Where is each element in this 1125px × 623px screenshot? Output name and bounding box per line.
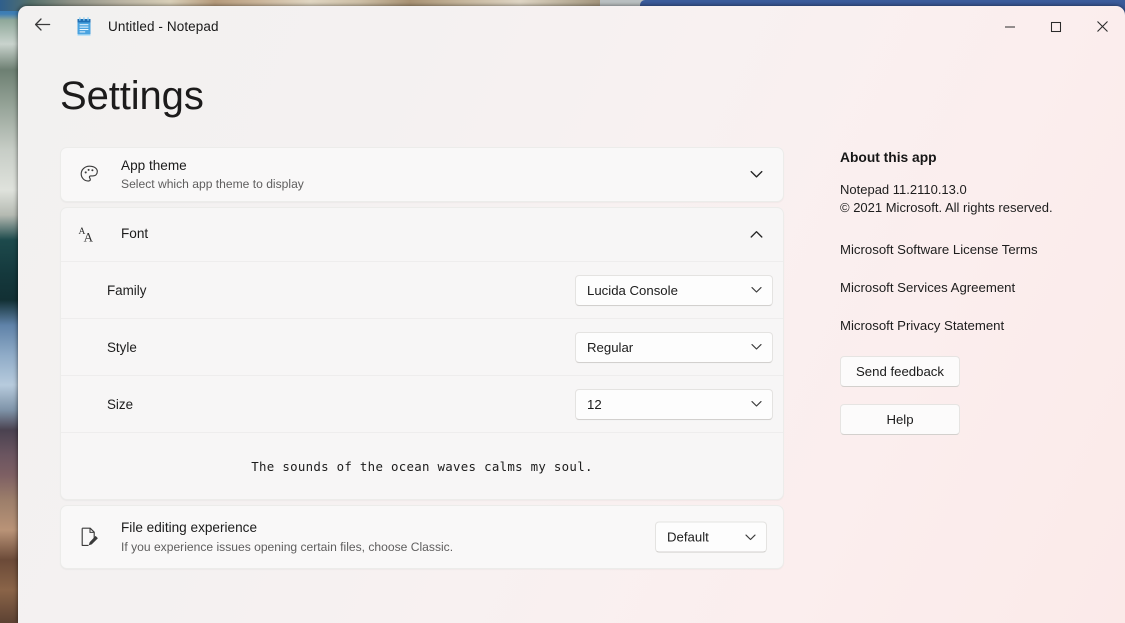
font-size-row: Size 12 (61, 375, 783, 432)
font-preview-text: The sounds of the ocean waves calms my s… (251, 458, 593, 474)
chevron-down-icon (749, 340, 763, 354)
maximize-button[interactable] (1033, 6, 1079, 47)
window-title: Untitled - Notepad (108, 19, 219, 34)
font-family-row: Family Lucida Console (61, 261, 783, 318)
help-button[interactable]: Help (840, 403, 960, 435)
minimize-icon (1005, 25, 1015, 28)
chevron-down-icon (749, 397, 763, 411)
desktop-background: Untitled - Notepad Settings App theme Se… (0, 0, 1125, 623)
file-editing-title: File editing experience (121, 520, 258, 536)
file-editing-card: File editing experience If you experienc… (60, 505, 784, 569)
page-edit-icon (77, 525, 101, 549)
send-feedback-button[interactable]: Send feedback (840, 355, 960, 387)
font-size-value: 12 (587, 396, 602, 412)
font-card: A A Font Family Lucida Console Style Reg… (60, 207, 784, 500)
about-links: Microsoft Software License Terms Microso… (840, 242, 1100, 333)
notepad-icon (75, 16, 93, 37)
svg-text:A: A (84, 229, 94, 244)
link-software-license-terms[interactable]: Microsoft Software License Terms (840, 242, 1038, 257)
font-header[interactable]: A A Font (61, 208, 783, 261)
maximize-icon (1050, 21, 1062, 32)
file-editing-value: Default (667, 529, 709, 545)
page-title: Settings (60, 74, 204, 118)
titlebar: Untitled - Notepad (18, 6, 1125, 47)
font-family-label: Family (107, 282, 147, 298)
chevron-down-icon[interactable] (743, 162, 769, 188)
font-family-value: Lucida Console (587, 282, 678, 298)
font-preview-row: The sounds of the ocean waves calms my s… (61, 432, 783, 499)
palette-icon (77, 163, 101, 187)
font-size-dropdown[interactable]: 12 (575, 388, 773, 420)
about-copyright: © 2021 Microsoft. All rights reserved. (840, 200, 1053, 216)
minimize-button[interactable] (987, 6, 1033, 47)
font-style-value: Regular (587, 339, 634, 355)
font-style-row: Style Regular (61, 318, 783, 375)
app-theme-card[interactable]: App theme Select which app theme to disp… (60, 147, 784, 202)
font-aa-icon: A A (77, 223, 101, 247)
link-privacy-statement[interactable]: Microsoft Privacy Statement (840, 318, 1004, 333)
font-title: Font (121, 226, 149, 242)
file-editing-subtitle: If you experience issues opening certain… (121, 539, 454, 554)
font-style-label: Style (107, 339, 137, 355)
file-editing-dropdown[interactable]: Default (655, 521, 767, 553)
app-theme-title: App theme (121, 157, 187, 173)
chevron-down-icon (743, 530, 757, 544)
about-panel: About this app Notepad 11.2110.13.0 © 20… (840, 150, 1100, 435)
window-controls (987, 6, 1125, 47)
close-button[interactable] (1079, 6, 1125, 47)
settings-list: App theme Select which app theme to disp… (60, 147, 784, 574)
file-editing-header: File editing experience If you experienc… (61, 506, 783, 568)
link-services-agreement[interactable]: Microsoft Services Agreement (840, 280, 1015, 295)
chevron-down-icon (749, 283, 763, 297)
font-size-label: Size (107, 396, 134, 412)
about-heading: About this app (840, 150, 937, 165)
back-arrow-icon (34, 17, 51, 37)
about-version: Notepad 11.2110.13.0 (840, 182, 967, 197)
chevron-up-icon[interactable] (743, 222, 769, 248)
font-family-dropdown[interactable]: Lucida Console (575, 274, 773, 306)
app-theme-header[interactable]: App theme Select which app theme to disp… (61, 148, 783, 201)
settings-page: Settings App theme Select which app them… (18, 47, 1125, 623)
app-theme-subtitle: Select which app theme to display (121, 177, 304, 192)
back-button[interactable] (23, 11, 61, 43)
close-icon (1096, 21, 1108, 32)
notepad-settings-window: Untitled - Notepad Settings App theme Se… (18, 6, 1125, 623)
font-style-dropdown[interactable]: Regular (575, 331, 773, 363)
